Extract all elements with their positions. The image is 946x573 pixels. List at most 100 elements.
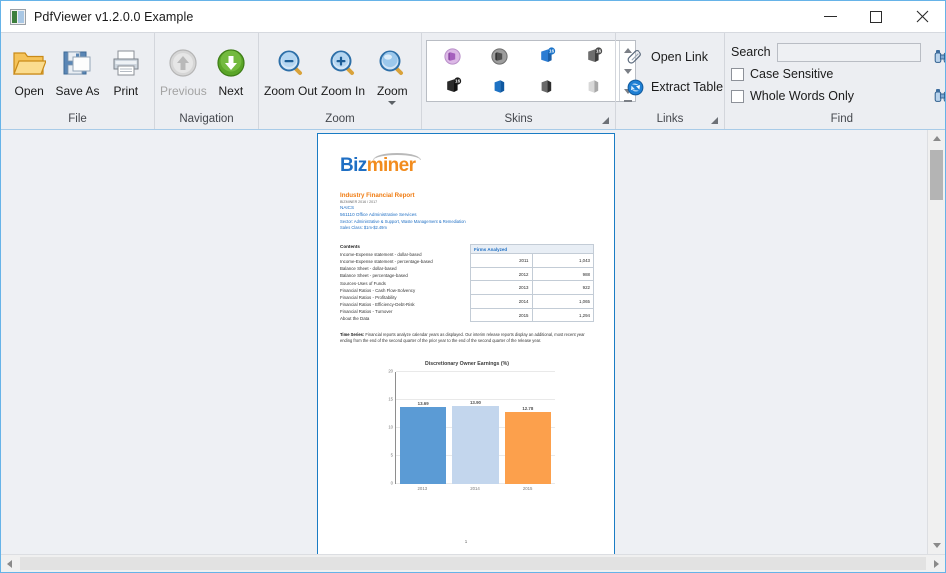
table-cell-year: 2012 [470,266,533,282]
vertical-scrollbar-thumb[interactable] [930,150,943,200]
maximize-icon [870,10,882,23]
ribbon-group-zoom: Zoom Out Zoom In Zoom Zoom [258,33,421,129]
zoom-out-button[interactable]: Zoom Out [263,38,318,99]
save-as-button-label: Save As [55,84,100,98]
case-sensitive-checkbox-row[interactable]: Case Sensitive [731,63,921,85]
skin-item-office-2016-dark-gray[interactable]: 16 [571,41,617,71]
skin-item-office-2010-purple[interactable] [430,41,476,71]
window-title: PdfViewer v1.2.0.0 Example [34,9,194,24]
whole-words-only-checkbox[interactable] [731,89,744,103]
skins-grid: 16 16 16 [427,41,619,101]
list-item: Financial Ratios - Efficiency-Debt-Risk [340,301,415,307]
industry-line: 561110 Office Administrative Services [340,212,417,218]
scroll-up-arrow-icon [932,136,941,141]
zoom-in-button[interactable]: Zoom In [318,38,367,99]
skin-item-office-2010-black[interactable] [477,41,523,71]
contents-heading: Contents [340,244,360,250]
minimize-button[interactable] [807,1,853,32]
binoculars-icon [934,88,945,102]
chart-plot-area: 0 5 10 15 20 13.69 13.90 12.78 [388,368,555,485]
next-button-label: Next [218,84,244,98]
time-series-note-text: Financial reports analyze calendar years… [340,332,585,344]
skins-gallery[interactable]: 16 16 16 [426,40,636,102]
scroll-right-button[interactable] [928,555,945,572]
table-cell-year: 2015 [470,307,533,323]
horizontal-scrollbar-thumb[interactable] [20,557,926,570]
scroll-down-button[interactable] [928,537,945,554]
ribbon-group-file: Open Save As Print File [1,33,154,129]
contents-column: Contents Income-Expense statement - doll… [340,244,460,322]
whole-words-only-checkbox-row[interactable]: Whole Words Only [731,85,921,107]
skins-dialog-launcher-icon[interactable] [602,117,609,124]
skin-item-office-2016-black[interactable]: 16 [430,71,476,101]
search-label: Search [731,45,771,59]
open-button[interactable]: Open [5,38,53,99]
find-group-label-text: Find [830,113,853,125]
office-2013-icon [541,79,552,93]
next-button[interactable]: Next [208,38,254,99]
close-button[interactable] [899,1,945,32]
search-input[interactable] [776,42,921,62]
print-button-label: Print [113,84,139,98]
document-area: Bizminer Industry Financial Report BIZMI… [1,130,945,554]
document-canvas[interactable]: Bizminer Industry Financial Report BIZMI… [1,130,927,554]
open-link-button[interactable]: Open Link [620,44,715,70]
table-row: 2014 1,065 [470,294,595,309]
table-cell-count: 1,065 [531,294,595,309]
links-dialog-launcher-icon[interactable] [711,117,718,124]
skin-item-office-2013-light-gray[interactable] [571,71,617,101]
zoom-out-button-label: Zoom Out [264,84,318,98]
magnifier-plus-icon [328,43,358,83]
x-tick-label: 2013 [417,485,428,491]
find-icon-buttons [931,38,945,107]
extract-table-button[interactable]: Extract Table [620,74,730,100]
floppy-disk-icon [61,43,93,83]
save-as-button[interactable]: Save As [53,38,101,99]
table-row: 2012 988 [470,266,595,282]
bar-column: 13.90 [452,372,499,484]
skin-item-office-2013-dark-gray[interactable] [524,71,570,101]
zoom-group-label: Zoom [325,113,355,125]
list-item: Financial Ratios - Turnover [340,309,393,315]
table-cell-year: 2014 [470,294,533,309]
office-2016-icon: 16 [540,47,555,62]
chevron-down-icon[interactable] [388,101,397,105]
bar-value-label: 13.69 [417,400,429,406]
find-all-button[interactable] [931,83,945,107]
office-2013-icon [588,79,599,93]
navigation-group-label: Navigation [179,113,234,125]
case-sensitive-checkbox[interactable] [731,67,744,81]
list-item: Balance Sheet - dollar-based [340,266,397,272]
scroll-left-button[interactable] [1,555,18,572]
zoom-menu-button[interactable]: Zoom [368,38,417,106]
extract-table-icon [627,79,644,95]
previous-button[interactable]: Previous [159,38,208,99]
print-button[interactable]: Print [102,38,150,99]
find-next-button[interactable] [931,44,945,68]
scroll-right-arrow-icon [934,559,939,568]
list-item: Income-Expense statement - dollar-based [340,252,422,258]
x-tick-label: 2014 [470,485,480,491]
table-cell-count: 988 [531,266,595,282]
app-icon [10,8,26,25]
pdf-page-content: Bizminer Industry Financial Report BIZMI… [318,134,614,554]
vertical-scrollbar[interactable] [927,130,945,554]
office-2016-icon: 16 [587,47,602,62]
skin-item-office-2016-colorful[interactable]: 16 [524,41,570,71]
horizontal-scrollbar[interactable] [1,554,945,572]
extract-table-button-label: Extract Table [651,80,724,94]
x-tick-label: 2015 [522,485,533,491]
links-group-label: Links [616,110,724,129]
skin-item-office-2013-blue[interactable] [477,71,523,101]
links-group-body: Open Link Extract Table [616,38,724,110]
table-row: 2011 1,043 [470,253,595,268]
list-item: Income-Expense statement - percentage-ba… [340,259,433,265]
logo-swoosh-icon [373,153,421,160]
maximize-button[interactable] [853,1,899,32]
scroll-up-button[interactable] [928,130,945,147]
bar-2013 [400,406,447,484]
zoom-menu-button-label: Zoom [376,84,408,98]
bar-2014 [452,405,499,484]
bizminer-logo: Bizminer [340,153,421,175]
ribbon-group-find: Search Case Sensitive Whole Words Only F… [724,33,945,129]
